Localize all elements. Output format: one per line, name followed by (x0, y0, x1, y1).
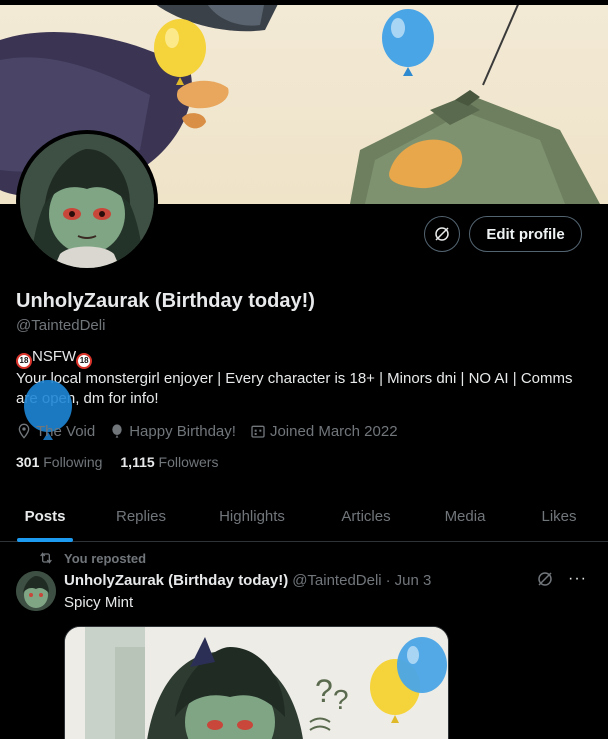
profile-handle: @TaintedDeli (16, 317, 106, 334)
bio-nsfw-line: 18 NSFW 18 (16, 347, 596, 369)
repost-indicator: You reposted (38, 550, 146, 566)
tab-likes[interactable]: Likes (510, 490, 608, 542)
profile-bio: 18 NSFW 18 Your local monstergirl enjoyer … (16, 347, 596, 409)
location-pin-icon (18, 423, 30, 439)
edit-profile-button[interactable]: Edit profile (469, 216, 582, 252)
following-label: Following (43, 454, 103, 470)
post-author-name[interactable]: UnholyZaurak (Birthday today!) (64, 572, 288, 589)
age-18-badge-icon-end: 18 (76, 353, 93, 369)
following-count: 301 (16, 454, 40, 470)
post-media-image[interactable]: ? ? (64, 626, 449, 739)
avatar-artwork (20, 134, 154, 268)
bio-nsfw-text: NSFW (32, 348, 77, 365)
more-icon[interactable]: ··· (568, 570, 587, 588)
birthday-text: Happy Birthday! (129, 422, 236, 440)
post-header: UnholyZaurak (Birthday today!) @TaintedD… (64, 572, 431, 589)
profile-birthday: Happy Birthday! (109, 423, 236, 440)
tab-replies[interactable]: Replies (90, 490, 192, 542)
calendar-icon (251, 425, 265, 438)
balloon-yellow (154, 19, 206, 77)
grok-button[interactable] (424, 216, 460, 252)
followers-link[interactable]: 1,115 Followers (120, 454, 218, 470)
profile-joined: Joined March 2022 (250, 423, 398, 440)
follow-counts: 301 Following 1,115 Followers (16, 454, 236, 470)
balloon-icon (112, 424, 122, 438)
post-actions: ··· (536, 570, 587, 588)
post-separator: · (385, 572, 391, 589)
svg-text:?: ? (333, 684, 349, 715)
profile-tabs: Posts Replies Highlights Articles Media … (0, 490, 608, 542)
post-avatar-artwork (16, 571, 56, 611)
age-18-badge-icon: 18 (16, 353, 32, 369)
profile-display-name: UnholyZaurak (Birthday today!) (16, 290, 315, 312)
post-author-handle[interactable]: @TaintedDeli (292, 572, 381, 589)
svg-text:?: ? (315, 673, 333, 709)
grok-icon (435, 227, 449, 241)
repost-icon (40, 552, 52, 564)
followers-label: Followers (158, 454, 219, 470)
balloon-blue (382, 9, 434, 67)
location-text: The Void (36, 422, 96, 440)
profile-meta: The Void Happy Birthday! Joined March 20… (16, 421, 412, 441)
tab-articles[interactable]: Articles (312, 490, 420, 542)
following-link[interactable]: 301 Following (16, 454, 102, 470)
tab-media[interactable]: Media (420, 490, 510, 542)
joined-text: Joined March 2022 (269, 422, 398, 440)
post-media-artwork: ? ? (65, 627, 448, 739)
tab-highlights[interactable]: Highlights (192, 490, 312, 542)
followers-count: 1,115 (120, 454, 155, 470)
profile-avatar[interactable] (16, 130, 158, 272)
profile-location: The Void (16, 423, 95, 440)
post-author-avatar[interactable] (16, 571, 56, 611)
grok-icon[interactable] (536, 570, 554, 588)
tab-posts[interactable]: Posts (0, 490, 90, 542)
post-text: Spicy Mint (64, 594, 134, 611)
post-date[interactable]: Jun 3 (395, 572, 432, 589)
repost-label: You reposted (64, 550, 147, 566)
bio-text: Your local monstergirl enjoyer | Every c… (16, 370, 573, 407)
